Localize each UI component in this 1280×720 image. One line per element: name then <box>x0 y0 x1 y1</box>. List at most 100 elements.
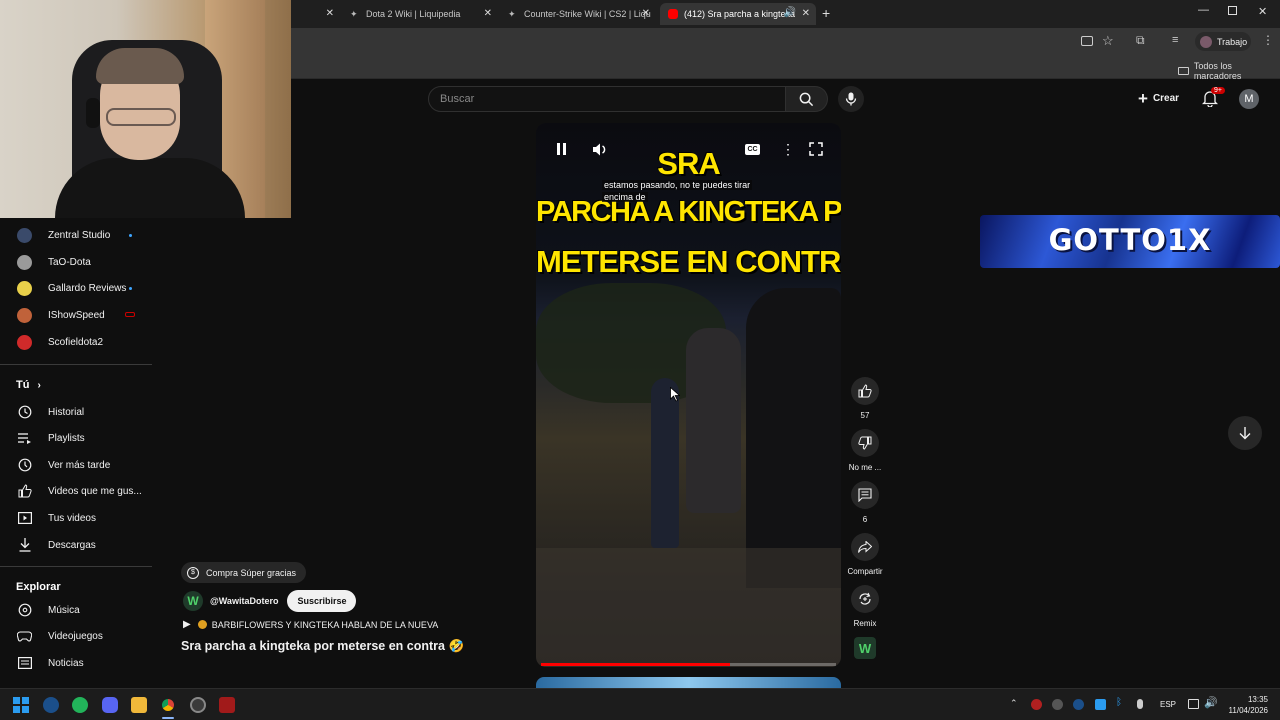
progress-track[interactable] <box>541 663 836 666</box>
create-button[interactable]: + Crear <box>1138 90 1179 107</box>
channel-avatar[interactable]: W <box>183 591 203 611</box>
video-figure-woman <box>686 328 741 513</box>
sidebar-item-historial[interactable]: Historial <box>0 399 160 425</box>
shorts-video-player[interactable]: SRA PARCHA A KINGTEKA POR METERSE EN CON… <box>536 123 841 667</box>
network-icon[interactable] <box>1188 699 1199 709</box>
sidebar-channel-zentral-studio[interactable]: Zentral Studio <box>0 222 160 248</box>
search-button[interactable] <box>786 86 828 112</box>
play-icon: ▶ <box>183 619 191 630</box>
chrome-active-indicator <box>162 717 174 719</box>
playlist-link[interactable]: ▶ BARBIFLOWERS Y KINGTEKA HABLAN DE LA N… <box>183 619 438 630</box>
tray-app-icon[interactable] <box>1031 699 1042 710</box>
microphone-tray-icon[interactable] <box>1137 699 1143 709</box>
minimize-window-button[interactable]: — <box>1198 4 1209 16</box>
maximize-window-button[interactable] <box>1228 6 1237 15</box>
comments-action[interactable]: 6 <box>848 481 882 524</box>
all-bookmarks-folder[interactable]: Todos los marcadores <box>1178 61 1280 81</box>
dota2-taskbar-icon[interactable] <box>219 697 235 713</box>
browser-menu-icon[interactable]: ⋮ <box>1262 33 1274 47</box>
sidebar-item-ver-mas-tarde[interactable]: Ver más tarde <box>0 452 160 478</box>
chevron-right-icon: › <box>37 379 41 391</box>
dislike-action[interactable]: No me ... <box>848 429 882 472</box>
steam-taskbar-icon[interactable] <box>43 697 59 713</box>
close-tab-icon[interactable]: ✕ <box>326 8 334 19</box>
emoji-icon <box>197 620 207 629</box>
liquipedia-icon: ✦ <box>350 9 358 19</box>
close-window-button[interactable]: ✕ <box>1258 5 1267 18</box>
profile-chip[interactable]: Trabajo <box>1195 32 1251 51</box>
arrow-down-icon <box>1239 426 1251 439</box>
remix-button[interactable] <box>851 585 879 613</box>
cursor-arrow-icon <box>670 386 681 402</box>
new-tab-button[interactable]: + <box>822 5 830 21</box>
sidebar-item-videojuegos[interactable]: Videojuegos <box>0 623 160 649</box>
media-control-icon[interactable]: ≡ <box>1172 34 1178 46</box>
super-thanks-chip[interactable]: $ Compra Súper gracias <box>181 562 307 583</box>
discord-taskbar-icon[interactable] <box>102 697 118 713</box>
tray-app-icon[interactable] <box>1052 699 1063 710</box>
close-tab-icon[interactable]: ✕ <box>484 8 492 19</box>
share-button[interactable] <box>851 533 879 561</box>
windows-start-icon[interactable] <box>13 697 29 713</box>
more-options-button[interactable]: ⋮ <box>781 141 795 158</box>
subscribe-button[interactable]: Suscribirse <box>287 590 357 612</box>
volume-button[interactable] <box>592 142 608 162</box>
bluetooth-icon[interactable]: ᛒ <box>1116 697 1122 708</box>
pause-button[interactable] <box>556 143 568 156</box>
sidebar-item-musica[interactable]: Música <box>0 597 160 623</box>
channel-handle[interactable]: @WawitaDotero <box>210 596 278 606</box>
volume-tray-icon[interactable]: 🔊 <box>1204 696 1218 709</box>
video-title[interactable]: Sra parcha a kingteka por meterse en con… <box>181 639 464 654</box>
tab-blank[interactable]: ✕ <box>292 3 340 25</box>
dislike-button[interactable] <box>851 429 879 457</box>
sidebar: Zentral Studio TaO-Dota Gallardo Reviews… <box>0 218 160 688</box>
captions-button[interactable]: CC <box>745 144 760 155</box>
next-short-button[interactable] <box>1228 416 1262 450</box>
file-explorer-taskbar-icon[interactable] <box>131 697 147 713</box>
tab-dota2-wiki[interactable]: ✦ Dota 2 Wiki | Liquipedia ✕ <box>342 3 498 25</box>
whatsapp-taskbar-icon[interactable] <box>72 697 88 713</box>
tab-youtube-active[interactable]: (412) Sra parcha a kingteka 🔊 ✕ <box>660 3 816 25</box>
clock[interactable]: 13:35 11/04/2026 <box>1224 694 1268 716</box>
sidebar-item-label: Playlists <box>48 432 85 444</box>
next-short-preview[interactable] <box>536 677 841 688</box>
search-input[interactable]: Buscar <box>428 86 786 112</box>
sidebar-item-playlists[interactable]: Playlists <box>0 425 160 451</box>
sidebar-item-liked-videos[interactable]: Videos que me gus... <box>0 478 160 504</box>
sidebar-channel-scofieldota2[interactable]: Scofieldota2 <box>0 329 160 355</box>
close-tab-icon[interactable]: ✕ <box>642 8 650 19</box>
install-app-icon[interactable] <box>1081 36 1093 46</box>
bookmark-star-icon[interactable]: ☆ <box>1102 33 1114 49</box>
channel-thumbnail-button[interactable]: W <box>854 637 876 659</box>
tray-app-icon[interactable] <box>1073 699 1084 710</box>
account-avatar[interactable]: M <box>1239 89 1259 109</box>
history-icon <box>17 405 32 420</box>
chrome-taskbar-icon[interactable] <box>160 697 176 713</box>
share-action[interactable]: Compartir <box>844 533 886 576</box>
sidebar-channel-ishowspeed[interactable]: IShowSpeed <box>0 302 160 328</box>
tab-cs-wiki[interactable]: ✦ Counter-Strike Wiki | CS2 | Liqu ✕ <box>500 3 656 25</box>
obs-taskbar-icon[interactable] <box>190 697 206 713</box>
fullscreen-button[interactable] <box>809 142 823 161</box>
tray-app-icon[interactable] <box>1095 699 1106 710</box>
sidebar-channel-tao-dota[interactable]: TaO-Dota <box>0 249 160 275</box>
sidebar-section-you[interactable]: Tú › <box>16 379 41 391</box>
sidebar-item-descargas[interactable]: Descargas <box>0 532 160 558</box>
comments-button[interactable] <box>851 481 879 509</box>
notifications-button[interactable]: 9+ <box>1201 87 1225 108</box>
extensions-icon[interactable]: ⧉ <box>1136 33 1145 48</box>
remix-action[interactable]: Remix <box>848 585 882 628</box>
show-hidden-icons[interactable]: ⌃ <box>1010 698 1018 709</box>
news-icon <box>17 656 32 671</box>
like-button[interactable] <box>851 377 879 405</box>
audio-playing-icon[interactable]: 🔊 <box>784 7 796 18</box>
sidebar-channel-gallardo-reviews[interactable]: Gallardo Reviews <box>0 275 160 301</box>
keyboard-language[interactable]: ESP <box>1160 700 1176 709</box>
music-icon <box>17 603 32 618</box>
like-action[interactable]: 57 <box>848 377 882 420</box>
close-tab-icon[interactable]: ✕ <box>802 8 810 19</box>
youtube-icon <box>668 9 678 19</box>
sidebar-item-tus-videos[interactable]: Tus videos <box>0 505 160 531</box>
sidebar-item-noticias[interactable]: Noticias <box>0 650 160 676</box>
voice-search-button[interactable] <box>838 86 864 112</box>
